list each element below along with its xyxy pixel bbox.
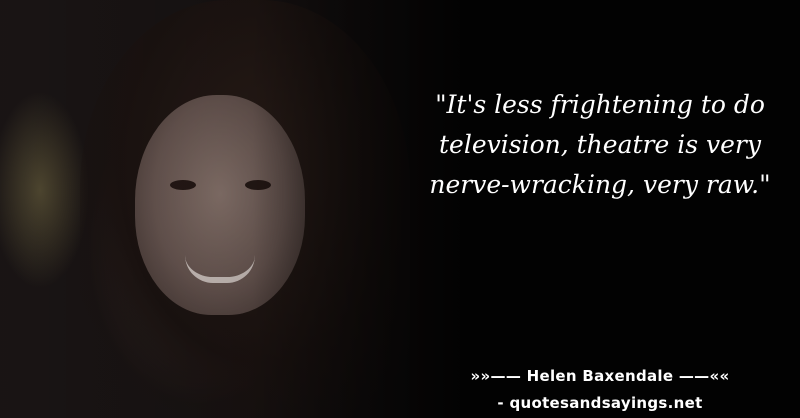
portrait-photo [0,0,460,418]
portrait-fade-overlay [0,0,460,418]
quote-author: »»—— Helen Baxendale ——«« [470,367,730,385]
source-watermark: - quotesandsayings.net [497,394,703,412]
quote-card: "It's less frightening to do television,… [0,0,800,418]
quote-text: "It's less frightening to do television,… [429,90,771,199]
